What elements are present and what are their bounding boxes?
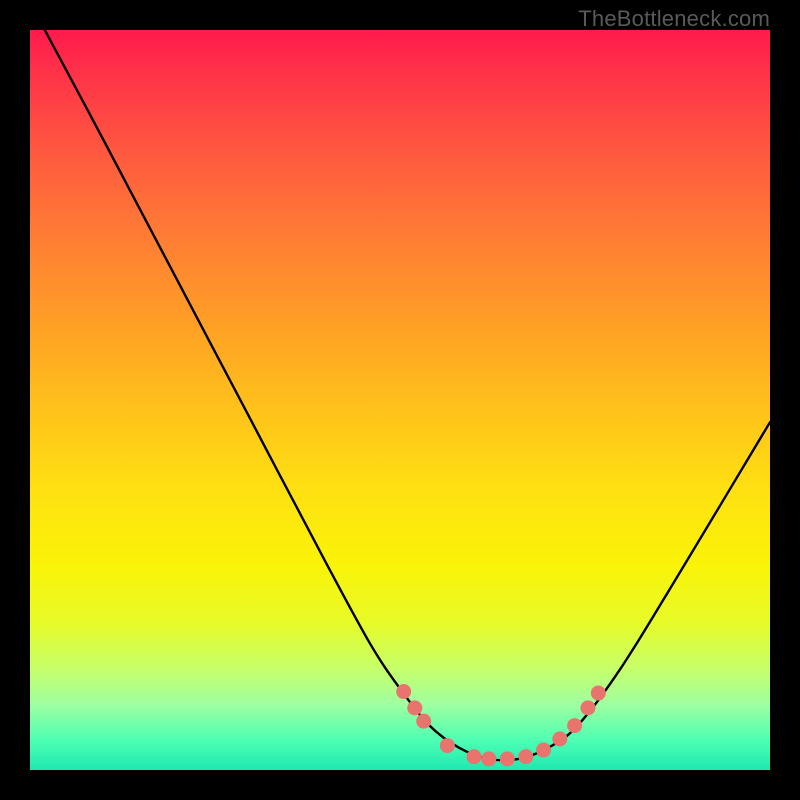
marker-point (407, 700, 422, 715)
marker-point (567, 718, 582, 733)
marker-point (552, 731, 567, 746)
marker-point (416, 714, 431, 729)
marker-point (518, 749, 533, 764)
chart-frame: TheBottleneck.com (0, 0, 800, 800)
marker-point (591, 686, 606, 701)
marker-point (467, 749, 482, 764)
chart-svg (30, 30, 770, 770)
marker-point (396, 684, 411, 699)
plot-area (30, 30, 770, 770)
curve-layer (45, 30, 770, 760)
marker-point (580, 700, 595, 715)
highlighted-points (396, 684, 606, 766)
marker-point (500, 751, 515, 766)
marker-point (481, 751, 496, 766)
watermark-text: TheBottleneck.com (578, 6, 770, 32)
marker-point (440, 738, 455, 753)
bottleneck-curve (45, 30, 770, 760)
marker-point (536, 743, 551, 758)
